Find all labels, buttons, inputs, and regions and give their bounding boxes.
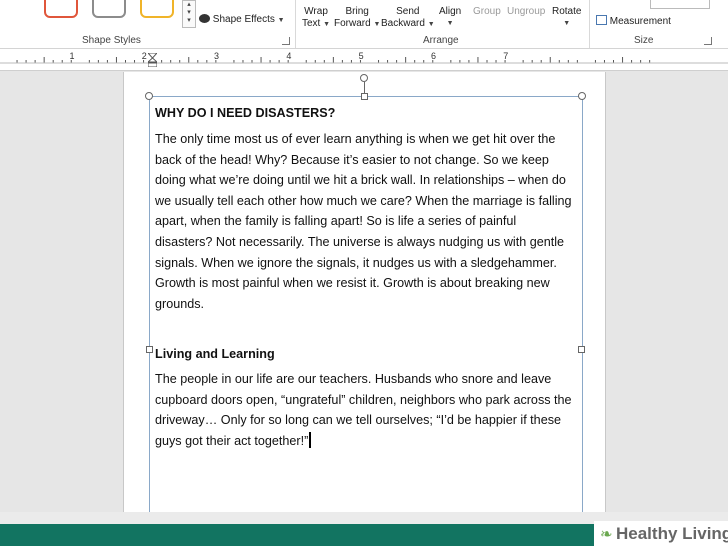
shape-style-swatch-2[interactable] bbox=[92, 0, 126, 18]
ruler-number: 3 bbox=[214, 51, 219, 61]
ribbon: ▴ ▾ ▾ Shape Effects ▼ Shape Styles Wrap Te… bbox=[0, 0, 728, 49]
watermark-brand: Healthy Living bbox=[616, 524, 728, 543]
resize-handle-middle-left[interactable] bbox=[146, 346, 153, 353]
wrap-text-label-2: Text ▼ bbox=[302, 18, 331, 29]
indent-marker-icon[interactable] bbox=[148, 53, 157, 67]
resize-handle-top-left[interactable] bbox=[145, 92, 153, 100]
shape-effects-icon bbox=[199, 14, 210, 23]
watermark: ❧ Healthy Living bbox=[594, 521, 728, 546]
ruler-number: 7 bbox=[503, 51, 508, 61]
size-input[interactable] bbox=[650, 0, 710, 9]
ruler-number: 5 bbox=[359, 51, 364, 61]
ruler-number: 2 bbox=[142, 51, 147, 61]
chevron-down-icon: ▼ bbox=[277, 17, 285, 24]
chevron-down-icon: ▼ bbox=[446, 20, 454, 27]
ungroup-button[interactable]: Ungroup bbox=[507, 6, 545, 18]
bring-forward-label-2: Forward ▼ bbox=[334, 18, 381, 29]
wrap-text-label-1: Wrap bbox=[304, 6, 328, 17]
align-label: Align bbox=[439, 6, 462, 17]
shape-effects-label: Shape Effects bbox=[212, 14, 275, 25]
shape-style-swatch-3[interactable] bbox=[140, 0, 174, 18]
resize-handle-middle-right[interactable] bbox=[578, 346, 585, 353]
rotate-handle[interactable] bbox=[360, 74, 368, 82]
separator bbox=[589, 0, 590, 48]
send-backward-label-2: Backward ▼ bbox=[381, 18, 435, 29]
heading-living-learning: Living and Learning bbox=[155, 347, 275, 361]
ruler-scale: 1 2 3 4 5 6 7 bbox=[0, 51, 728, 64]
chevron-down-icon: ▼ bbox=[563, 20, 571, 27]
measurement-icon bbox=[596, 15, 607, 25]
size-launcher-icon[interactable] bbox=[704, 37, 712, 45]
separator bbox=[295, 0, 296, 48]
paragraph-2-text: The people in our life are our teachers.… bbox=[155, 372, 572, 448]
rotate-label: Rotate bbox=[552, 6, 582, 17]
ruler-number: 6 bbox=[431, 51, 436, 61]
heading-why-disasters: WHY DO I NEED DISASTERS? bbox=[155, 106, 336, 120]
measurement-label: Measurement bbox=[609, 16, 671, 27]
ruler-number: 4 bbox=[286, 51, 291, 61]
paragraph-2: The people in our life are our teachers.… bbox=[155, 369, 575, 451]
leaf-icon: ❧ bbox=[600, 525, 613, 543]
shape-style-swatch-1[interactable] bbox=[44, 0, 78, 18]
shape-styles-launcher-icon[interactable] bbox=[282, 37, 290, 45]
horizontal-ruler[interactable]: 1 2 3 4 5 6 7 bbox=[0, 49, 728, 71]
rotate-button[interactable]: Rotate ▼ bbox=[552, 6, 581, 30]
styles-gallery-scroll[interactable]: ▴ ▾ ▾ bbox=[182, 0, 196, 28]
shape-styles-group-label: Shape Styles bbox=[82, 35, 141, 46]
resize-handle-top-right[interactable] bbox=[578, 92, 586, 100]
send-backward-button[interactable]: Send Backward ▼ bbox=[381, 6, 435, 31]
arrange-group-label: Arrange bbox=[423, 35, 459, 46]
group-button[interactable]: Group bbox=[473, 6, 501, 18]
measurement-control[interactable]: Measurement bbox=[596, 15, 671, 28]
send-backward-label-1: Send bbox=[396, 6, 420, 17]
resize-handle-top-center[interactable] bbox=[361, 93, 368, 100]
paragraph-1: The only time most us of ever learn anyt… bbox=[155, 132, 572, 311]
ruler-number: 1 bbox=[69, 51, 74, 61]
align-button[interactable]: Align ▼ bbox=[439, 6, 461, 30]
bring-forward-label-1: Bring bbox=[345, 6, 369, 17]
size-group-label: Size bbox=[634, 35, 654, 46]
text-cursor bbox=[309, 431, 311, 448]
bring-forward-button[interactable]: Bring Forward ▼ bbox=[334, 6, 380, 31]
shape-effects-button[interactable]: Shape Effects ▼ bbox=[199, 14, 285, 27]
wrap-text-button[interactable]: Wrap Text ▼ bbox=[302, 6, 330, 31]
